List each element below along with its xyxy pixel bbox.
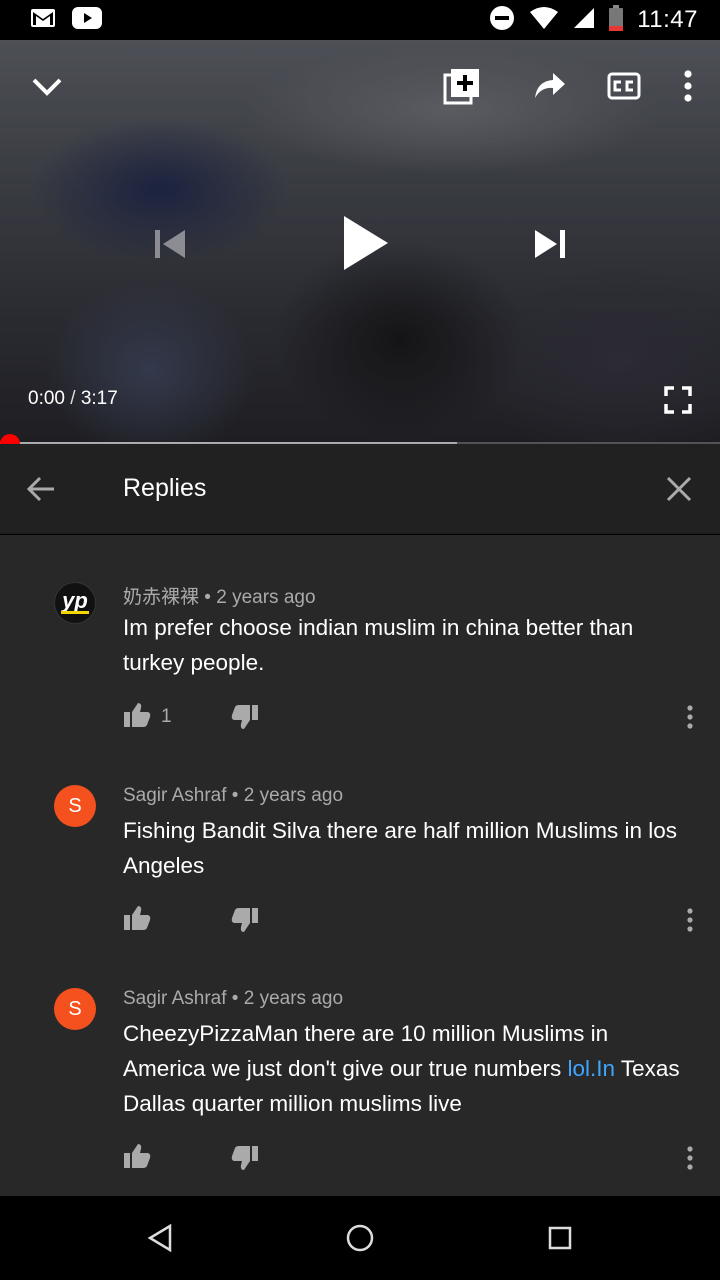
previous-button[interactable] — [148, 222, 192, 266]
add-to-playlist-button[interactable] — [440, 64, 484, 108]
nav-back-button[interactable] — [140, 1218, 180, 1258]
comment-actions — [123, 1143, 703, 1173]
thumbs-down-icon — [231, 1146, 258, 1170]
comment-item: S Sagir Ashraf • 2 years ago Fishing Ban… — [0, 785, 720, 955]
fullscreen-button[interactable] — [656, 378, 700, 422]
dislike-button[interactable] — [231, 1145, 259, 1173]
thumbs-down-icon — [231, 908, 258, 932]
captions-icon — [607, 72, 641, 100]
status-bar-left — [30, 6, 102, 34]
duration: 3:17 — [80, 388, 118, 409]
more-vertical-icon — [687, 705, 693, 729]
do-not-disturb-icon — [489, 5, 515, 36]
more-vertical-icon — [687, 908, 693, 932]
comment-link[interactable]: lol.In — [568, 1056, 616, 1081]
dislike-button[interactable] — [231, 704, 259, 732]
video-player[interactable]: 0:00 / 3:17 — [0, 40, 720, 444]
like-button[interactable] — [123, 905, 151, 933]
fullscreen-icon — [664, 386, 692, 414]
status-time: 11:47 — [637, 6, 698, 33]
share-icon — [535, 73, 565, 98]
comment-menu-button[interactable] — [683, 905, 697, 935]
page-title: Replies — [123, 474, 207, 502]
arrow-left-icon — [26, 476, 54, 502]
triangle-back-icon — [147, 1223, 172, 1253]
comment-time: 2 years ago — [243, 785, 344, 806]
time-separator: / — [70, 388, 76, 409]
comment-meta: 奶赤裸裸 • 2 years ago — [123, 582, 316, 609]
comment-time: 2 years ago — [243, 988, 344, 1009]
share-button[interactable] — [528, 64, 572, 108]
battery-icon — [609, 4, 624, 36]
thumbs-up-icon — [124, 906, 151, 930]
comment-menu-button[interactable] — [683, 702, 697, 732]
comment-text: Im prefer choose indian muslim in china … — [123, 615, 634, 675]
circle-home-icon — [346, 1224, 374, 1252]
meta-separator: • — [231, 988, 244, 1009]
current-time: 0:00 — [28, 388, 65, 409]
comment-actions — [123, 905, 703, 935]
comment-author[interactable]: Sagir Ashraf — [123, 785, 227, 806]
comment-author[interactable]: 奶赤裸裸 — [123, 587, 199, 608]
nav-recents-button[interactable] — [540, 1218, 580, 1258]
video-time: 0:00 / 3:17 — [28, 388, 118, 410]
back-button[interactable] — [20, 468, 62, 510]
avatar-underline — [61, 611, 89, 614]
avatar-letter: S — [68, 997, 82, 1020]
youtube-icon — [72, 6, 102, 34]
comment-actions: 1 — [123, 702, 703, 732]
more-vertical-icon — [687, 1146, 693, 1170]
comment-time: 2 years ago — [216, 587, 316, 608]
replies-header: Replies — [0, 444, 720, 534]
close-button[interactable] — [658, 468, 700, 510]
comment-author[interactable]: Sagir Ashraf — [123, 988, 227, 1009]
comment-meta: Sagir Ashraf • 2 years ago — [123, 785, 343, 807]
wifi-icon — [529, 6, 559, 35]
more-options-button[interactable] — [668, 64, 708, 108]
play-button[interactable] — [330, 208, 400, 278]
nav-home-button[interactable] — [340, 1218, 380, 1258]
status-bar: 11:47 — [0, 0, 720, 40]
captions-button[interactable] — [602, 64, 646, 108]
avatar[interactable]: yp — [54, 582, 96, 624]
avatar[interactable]: S — [54, 785, 96, 827]
avatar-letter: yp — [62, 588, 88, 613]
comment-text: CheezyPizzaMan there are 10 million Musl… — [123, 1016, 693, 1121]
like-button[interactable] — [123, 702, 151, 730]
thumbs-down-icon — [231, 705, 258, 729]
next-icon — [535, 230, 565, 258]
thumbs-up-icon — [124, 703, 151, 727]
chevron-down-icon — [32, 78, 62, 96]
more-vertical-icon — [684, 70, 692, 102]
gmail-icon — [30, 8, 56, 33]
status-bar-right: 11:47 — [489, 4, 698, 36]
signal-icon — [573, 7, 595, 34]
square-recents-icon — [548, 1226, 572, 1250]
previous-icon — [155, 230, 185, 258]
comment-text-part: CheezyPizzaMan there are 10 million Musl… — [123, 1021, 609, 1081]
like-count: 1 — [161, 706, 172, 727]
comment-menu-button[interactable] — [683, 1143, 697, 1173]
navigation-bar — [0, 1196, 720, 1280]
dislike-button[interactable] — [231, 907, 259, 935]
comment-item: yp 奶赤裸裸 • 2 years ago Im prefer choose i… — [0, 582, 720, 752]
avatar-letter: S — [68, 794, 82, 817]
minimize-button[interactable] — [26, 66, 68, 108]
thumbs-up-icon — [124, 1144, 151, 1168]
replies-list[interactable]: yp 奶赤裸裸 • 2 years ago Im prefer choose i… — [0, 535, 720, 1196]
next-button[interactable] — [528, 222, 572, 266]
like-button[interactable] — [123, 1143, 151, 1171]
comment-item: S Sagir Ashraf • 2 years ago CheezyPizza… — [0, 988, 720, 1188]
add-to-playlist-icon — [443, 69, 479, 105]
comment-meta: Sagir Ashraf • 2 years ago — [123, 988, 343, 1010]
close-icon — [666, 476, 692, 502]
comment-text: Fishing Bandit Silva there are half mill… — [123, 818, 677, 878]
play-icon — [344, 216, 388, 270]
meta-separator: • — [204, 587, 217, 608]
avatar[interactable]: S — [54, 988, 96, 1030]
meta-separator: • — [231, 785, 244, 806]
